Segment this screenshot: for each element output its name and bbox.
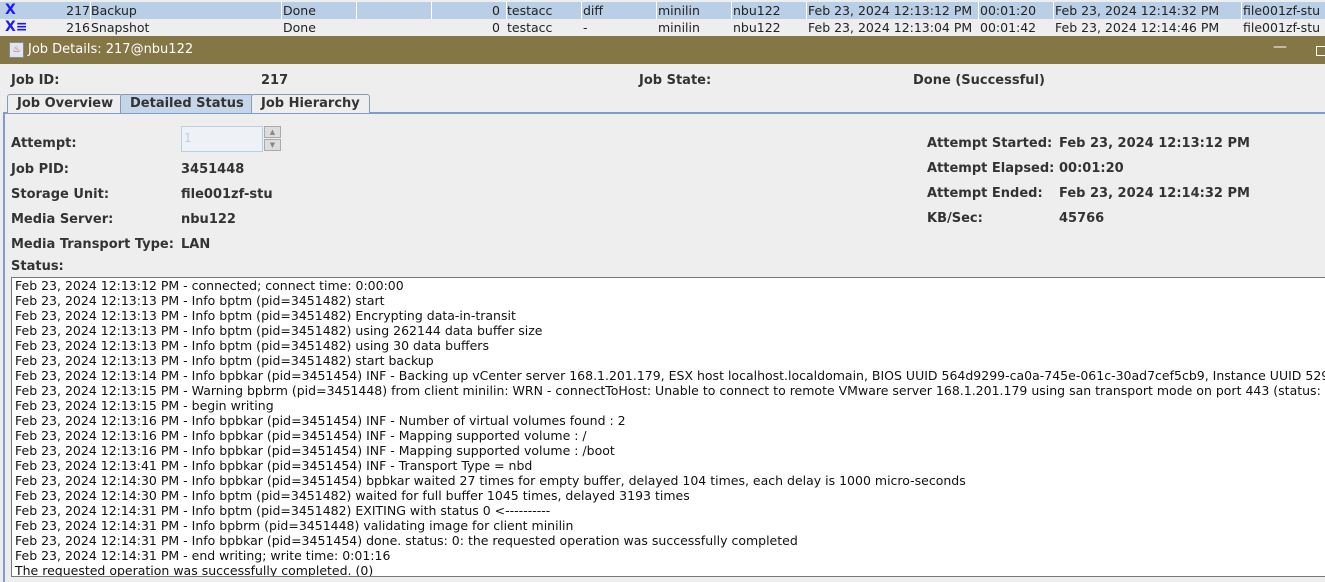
log-line: The requested operation was successfully… [15,563,374,577]
job-state-label: Job State: [639,73,712,88]
spinner-down-button[interactable]: ▼ [264,139,281,151]
job-cell-type: Snapshot [91,20,150,35]
window-titlebar[interactable]: ♨ Job Details: 217@nbu122 — [0,36,1325,64]
log-line: Feb 23, 2024 12:13:16 PM - Info bpbkar (… [15,428,587,443]
job-cell-num: 0 [492,3,500,18]
running-man-list-icon: X≡ [5,19,28,35]
window-title: Job Details: 217@nbu122 [28,42,194,57]
kbsec-label: KB/Sec: [927,211,983,226]
job-row[interactable]: X≡ 216 Snapshot Done 0 testacc - minilin nbu122 F… [0,19,1325,36]
column-divider [978,2,979,19]
job-cell-client: minilin [658,20,700,35]
storage-unit-label: Storage Unit: [11,187,110,202]
job-pid-label: Job PID: [11,162,69,177]
job-cell-elapsed: 00:01:20 [980,3,1037,18]
job-cell-state: Done [283,20,316,35]
log-line: Feb 23, 2024 12:14:31 PM - Info bpbrm (p… [15,518,574,533]
tab-job-overview[interactable]: Job Overview [7,94,124,113]
attempt-spinner[interactable]: 1 [181,126,263,152]
transport-type-value: LAN [181,237,211,252]
spinner-up-button[interactable]: ▲ [264,126,281,138]
log-line: Feb 23, 2024 12:13:13 PM - Info bptm (pi… [15,353,434,368]
job-state-value: Done (Successful) [913,73,1045,88]
log-line: Feb 23, 2024 12:13:14 PM - Info bpbkar (… [15,368,1325,383]
attempt-started-label: Attempt Started: [927,136,1053,151]
log-line: Feb 23, 2024 12:14:30 PM - Info bptm (pi… [15,488,690,503]
log-line: Feb 23, 2024 12:13:15 PM - Warning bpbrm… [15,383,1321,398]
job-cell-end: Feb 23, 2024 12:14:32 PM [1055,3,1220,18]
media-server-value: nbu122 [181,212,236,227]
column-divider [806,2,807,19]
column-divider [581,2,582,19]
column-divider [356,2,357,19]
status-log-textarea[interactable]: Feb 23, 2024 12:13:12 PM - connected; co… [11,277,1325,577]
job-cell-num: 0 [492,20,500,35]
job-cell-schedule: diff [583,3,604,18]
log-line: Feb 23, 2024 12:13:15 PM - begin writing [15,398,274,413]
job-id-label: Job ID: [11,73,60,88]
job-row[interactable]: X 217 Backup Done 0 testacc diff minilin nbu122 F… [0,2,1325,19]
column-divider [506,2,507,19]
attempt-elapsed-value: 00:01:20 [1059,161,1124,176]
tab-detailed-status[interactable]: Detailed Status [120,94,254,113]
log-line: Feb 23, 2024 12:13:16 PM - Info bpbkar (… [15,413,626,428]
log-line: Feb 23, 2024 12:14:31 PM - Info bpbkar (… [15,533,798,548]
attempt-value: 1 [184,131,192,145]
job-cell-policy: testacc [507,20,553,35]
column-divider [281,2,282,19]
maximize-button[interactable] [1316,46,1325,56]
media-server-label: Media Server: [11,212,114,227]
column-divider [1053,2,1054,19]
java-app-icon: ♨ [9,42,24,58]
transport-type-label: Media Transport Type: [11,237,174,252]
job-cell-start: Feb 23, 2024 12:13:12 PM [808,3,973,18]
job-cell-schedule: - [583,20,588,35]
attempt-elapsed-label: Attempt Elapsed: [927,161,1055,176]
job-cell-server: nbu122 [733,20,781,35]
column-divider [656,2,657,19]
job-cell-id: 217 [66,3,90,18]
job-cell-elapsed: 00:01:42 [980,20,1037,35]
job-cell-id: 216 [66,20,90,35]
job-cell-type: Backup [91,3,137,18]
minimize-button[interactable]: — [1273,39,1287,55]
attempt-ended-value: Feb 23, 2024 12:14:32 PM [1059,186,1250,201]
job-cell-policy: testacc [507,3,553,18]
tab-job-hierarchy[interactable]: Job Hierarchy [251,94,370,113]
kbsec-value: 45766 [1059,211,1105,226]
job-cell-storage: file001zf-stu [1243,3,1321,18]
log-line: Feb 23, 2024 12:13:13 PM - Info bptm (pi… [15,323,543,338]
log-line: Feb 23, 2024 12:14:30 PM - Info bpbkar (… [15,473,966,488]
job-cell-storage: file001zf-stu [1243,20,1321,35]
log-line: Feb 23, 2024 12:13:12 PM - connected; co… [15,278,404,293]
storage-unit-value: file001zf-stu [181,187,273,202]
attempt-started-value: Feb 23, 2024 12:13:12 PM [1059,136,1250,151]
log-line: Feb 23, 2024 12:14:31 PM - end writing; … [15,548,391,563]
job-cell-end: Feb 23, 2024 12:14:46 PM [1055,20,1220,35]
attempt-ended-label: Attempt Ended: [927,186,1043,201]
job-cell-start: Feb 23, 2024 12:13:04 PM [808,20,973,35]
column-divider [1241,2,1242,19]
job-cell-server: nbu122 [733,3,781,18]
log-line: Feb 23, 2024 12:13:41 PM - Info bpbkar (… [15,458,533,473]
log-line: Feb 23, 2024 12:13:13 PM - Info bptm (pi… [15,293,385,308]
running-man-icon: X [5,2,16,18]
column-divider [731,2,732,19]
attempt-label: Attempt: [11,136,77,151]
job-pid-value: 3451448 [181,162,245,177]
log-line: Feb 23, 2024 12:14:31 PM - Info bptm (pi… [15,503,551,518]
job-id-value: 217 [261,73,289,88]
job-cell-client: minilin [658,3,700,18]
log-line: Feb 23, 2024 12:13:13 PM - Info bptm (pi… [15,308,516,323]
column-divider [431,2,432,19]
log-line: Feb 23, 2024 12:13:13 PM - Info bptm (pi… [15,338,489,353]
status-label: Status: [11,259,64,274]
log-line: Feb 23, 2024 12:13:16 PM - Info bpbkar (… [15,443,615,458]
column-divider [90,2,91,19]
